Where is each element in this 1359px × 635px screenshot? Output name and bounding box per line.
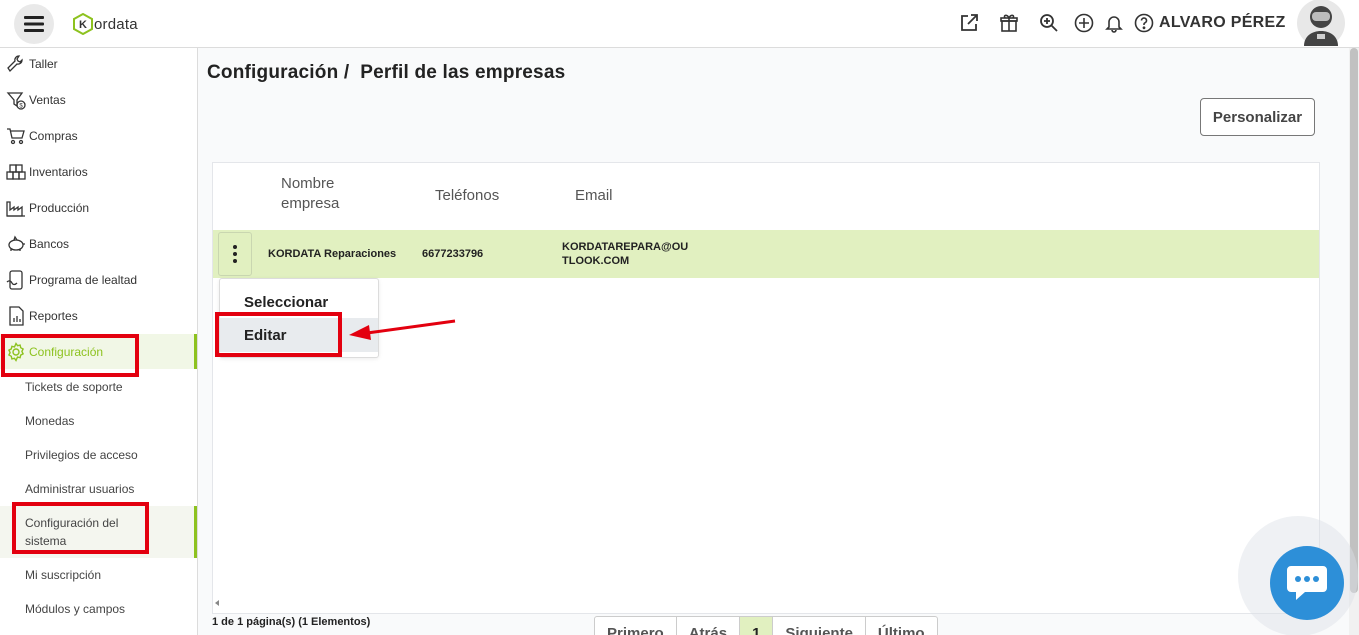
page-current-button[interactable]: 1 [740,617,774,635]
sidebar-sub-label: Módulos y campos [25,602,126,616]
sidebar-item-produccion[interactable]: Producción [0,191,197,225]
sidebar: Taller $ Ventas Compras Inventarios Prod… [0,48,198,635]
logo-text: ordata [94,15,138,33]
sidebar-item-ventas[interactable]: $ Ventas [0,83,197,117]
factory-icon [5,197,27,219]
search-zoom-icon[interactable] [1038,12,1060,34]
kebab-dot [233,259,237,263]
sidebar-item-compras[interactable]: Compras [0,119,197,153]
sidebar-item-taller[interactable]: Taller [0,47,197,81]
sidebar-sub-administrar-usuarios[interactable]: Administrar usuarios [0,472,197,506]
scroll-left-icon[interactable] [212,596,222,610]
external-link-icon[interactable] [958,12,980,34]
row-actions-button[interactable] [218,232,252,276]
sidebar-item-label: Compras [29,129,78,143]
kordata-logo-icon: K [73,13,93,35]
sidebar-sub-monedas[interactable]: Monedas [0,404,197,438]
sidebar-item-label: Programa de lealtad [29,273,138,287]
cell-company-name: KORDATA Reparaciones [268,248,397,260]
sidebar-sub-modulos-campos[interactable]: Módulos y campos [0,592,197,626]
add-circle-icon[interactable] [1073,12,1095,34]
annotation-highlight-box [1,334,139,377]
horizontal-scrollbar[interactable] [212,596,1320,610]
sidebar-item-label: Inventarios [29,165,88,179]
page-prev-button[interactable]: Atrás [677,617,741,635]
sidebar-item-inventarios[interactable]: Inventarios [0,155,197,189]
scrollbar-thumb[interactable] [1350,48,1358,593]
annotation-arrow-icon [349,319,456,340]
chat-button[interactable] [1270,546,1344,620]
page-title-breadcrumb: Configuración / Perfil de las empresas [207,62,566,83]
main-content: Configuración / Perfil de las empresas P… [198,48,1359,635]
app-logo[interactable]: K ordata [73,13,138,35]
kebab-dot [233,245,237,249]
boxes-icon [5,161,27,183]
logo-letter: K [79,19,87,31]
sidebar-sub-label: Monedas [25,414,75,428]
customize-button[interactable]: Personalizar [1200,98,1315,136]
sidebar-item-reportes[interactable]: Reportes [0,299,197,333]
wrench-icon [5,53,27,75]
sidebar-item-label: Taller [29,57,58,71]
cart-icon [5,125,27,147]
sidebar-sub-mi-suscripcion[interactable]: Mi suscripción [0,558,197,592]
gift-icon[interactable] [998,12,1020,34]
kebab-dot [233,252,237,256]
menu-toggle-button[interactable] [14,4,54,44]
companies-table: Nombre empresa Teléfonos Email KORDATA R… [212,162,1320,614]
annotation-highlight-box [12,502,149,554]
piggy-bank-icon [5,233,27,255]
annotation-highlight-box [215,312,342,357]
page-last-button[interactable]: Último [866,617,937,635]
pagination: Primero Atrás 1 Siguiente Último [594,616,938,635]
sidebar-sub-privilegios-acceso[interactable]: Privilegios de acceso [0,438,197,472]
sales-icon: $ [5,89,27,111]
page-first-button[interactable]: Primero [595,617,677,635]
user-name[interactable]: ALVARO PÉREZ [1159,14,1286,32]
sidebar-sub-label: Mi suscripción [25,568,102,582]
cell-phone: 6677233796 [422,248,484,260]
sidebar-item-label: Bancos [29,237,70,251]
sidebar-item-label: Reportes [29,309,78,323]
bell-icon[interactable] [1103,12,1125,34]
column-header-nombre-empresa[interactable]: Nombre empresa [281,174,371,214]
top-header: K ordata ALVARO PÉREZ [0,0,1359,48]
sidebar-item-label: Producción [29,201,90,215]
cell-email: KORDATAREPARA@OUTLOOK.COM [562,241,689,267]
sidebar-sub-label: Privilegios de acceso [25,448,138,462]
sidebar-sub-label: Tickets de soporte [25,380,123,394]
hamburger-icon [24,16,44,32]
column-header-email[interactable]: Email [575,186,613,206]
sidebar-item-bancos[interactable]: Bancos [0,227,197,261]
column-header-telefonos[interactable]: Teléfonos [435,186,499,206]
report-icon [5,305,27,327]
help-icon[interactable] [1133,12,1155,34]
user-avatar[interactable] [1296,0,1346,47]
chat-bubble-icon [1287,566,1327,600]
loyalty-icon [5,269,27,291]
sidebar-item-label: Ventas [29,93,66,107]
page-next-button[interactable]: Siguiente [773,617,866,635]
table-row[interactable]: KORDATA Reparaciones 6677233796 KORDATAR… [213,230,1319,278]
sidebar-sub-label: Administrar usuarios [25,482,135,496]
pagination-info: 1 de 1 página(s) (1 Elementos) [212,616,371,628]
sidebar-item-programa-lealtad[interactable]: Programa de lealtad [0,263,197,297]
